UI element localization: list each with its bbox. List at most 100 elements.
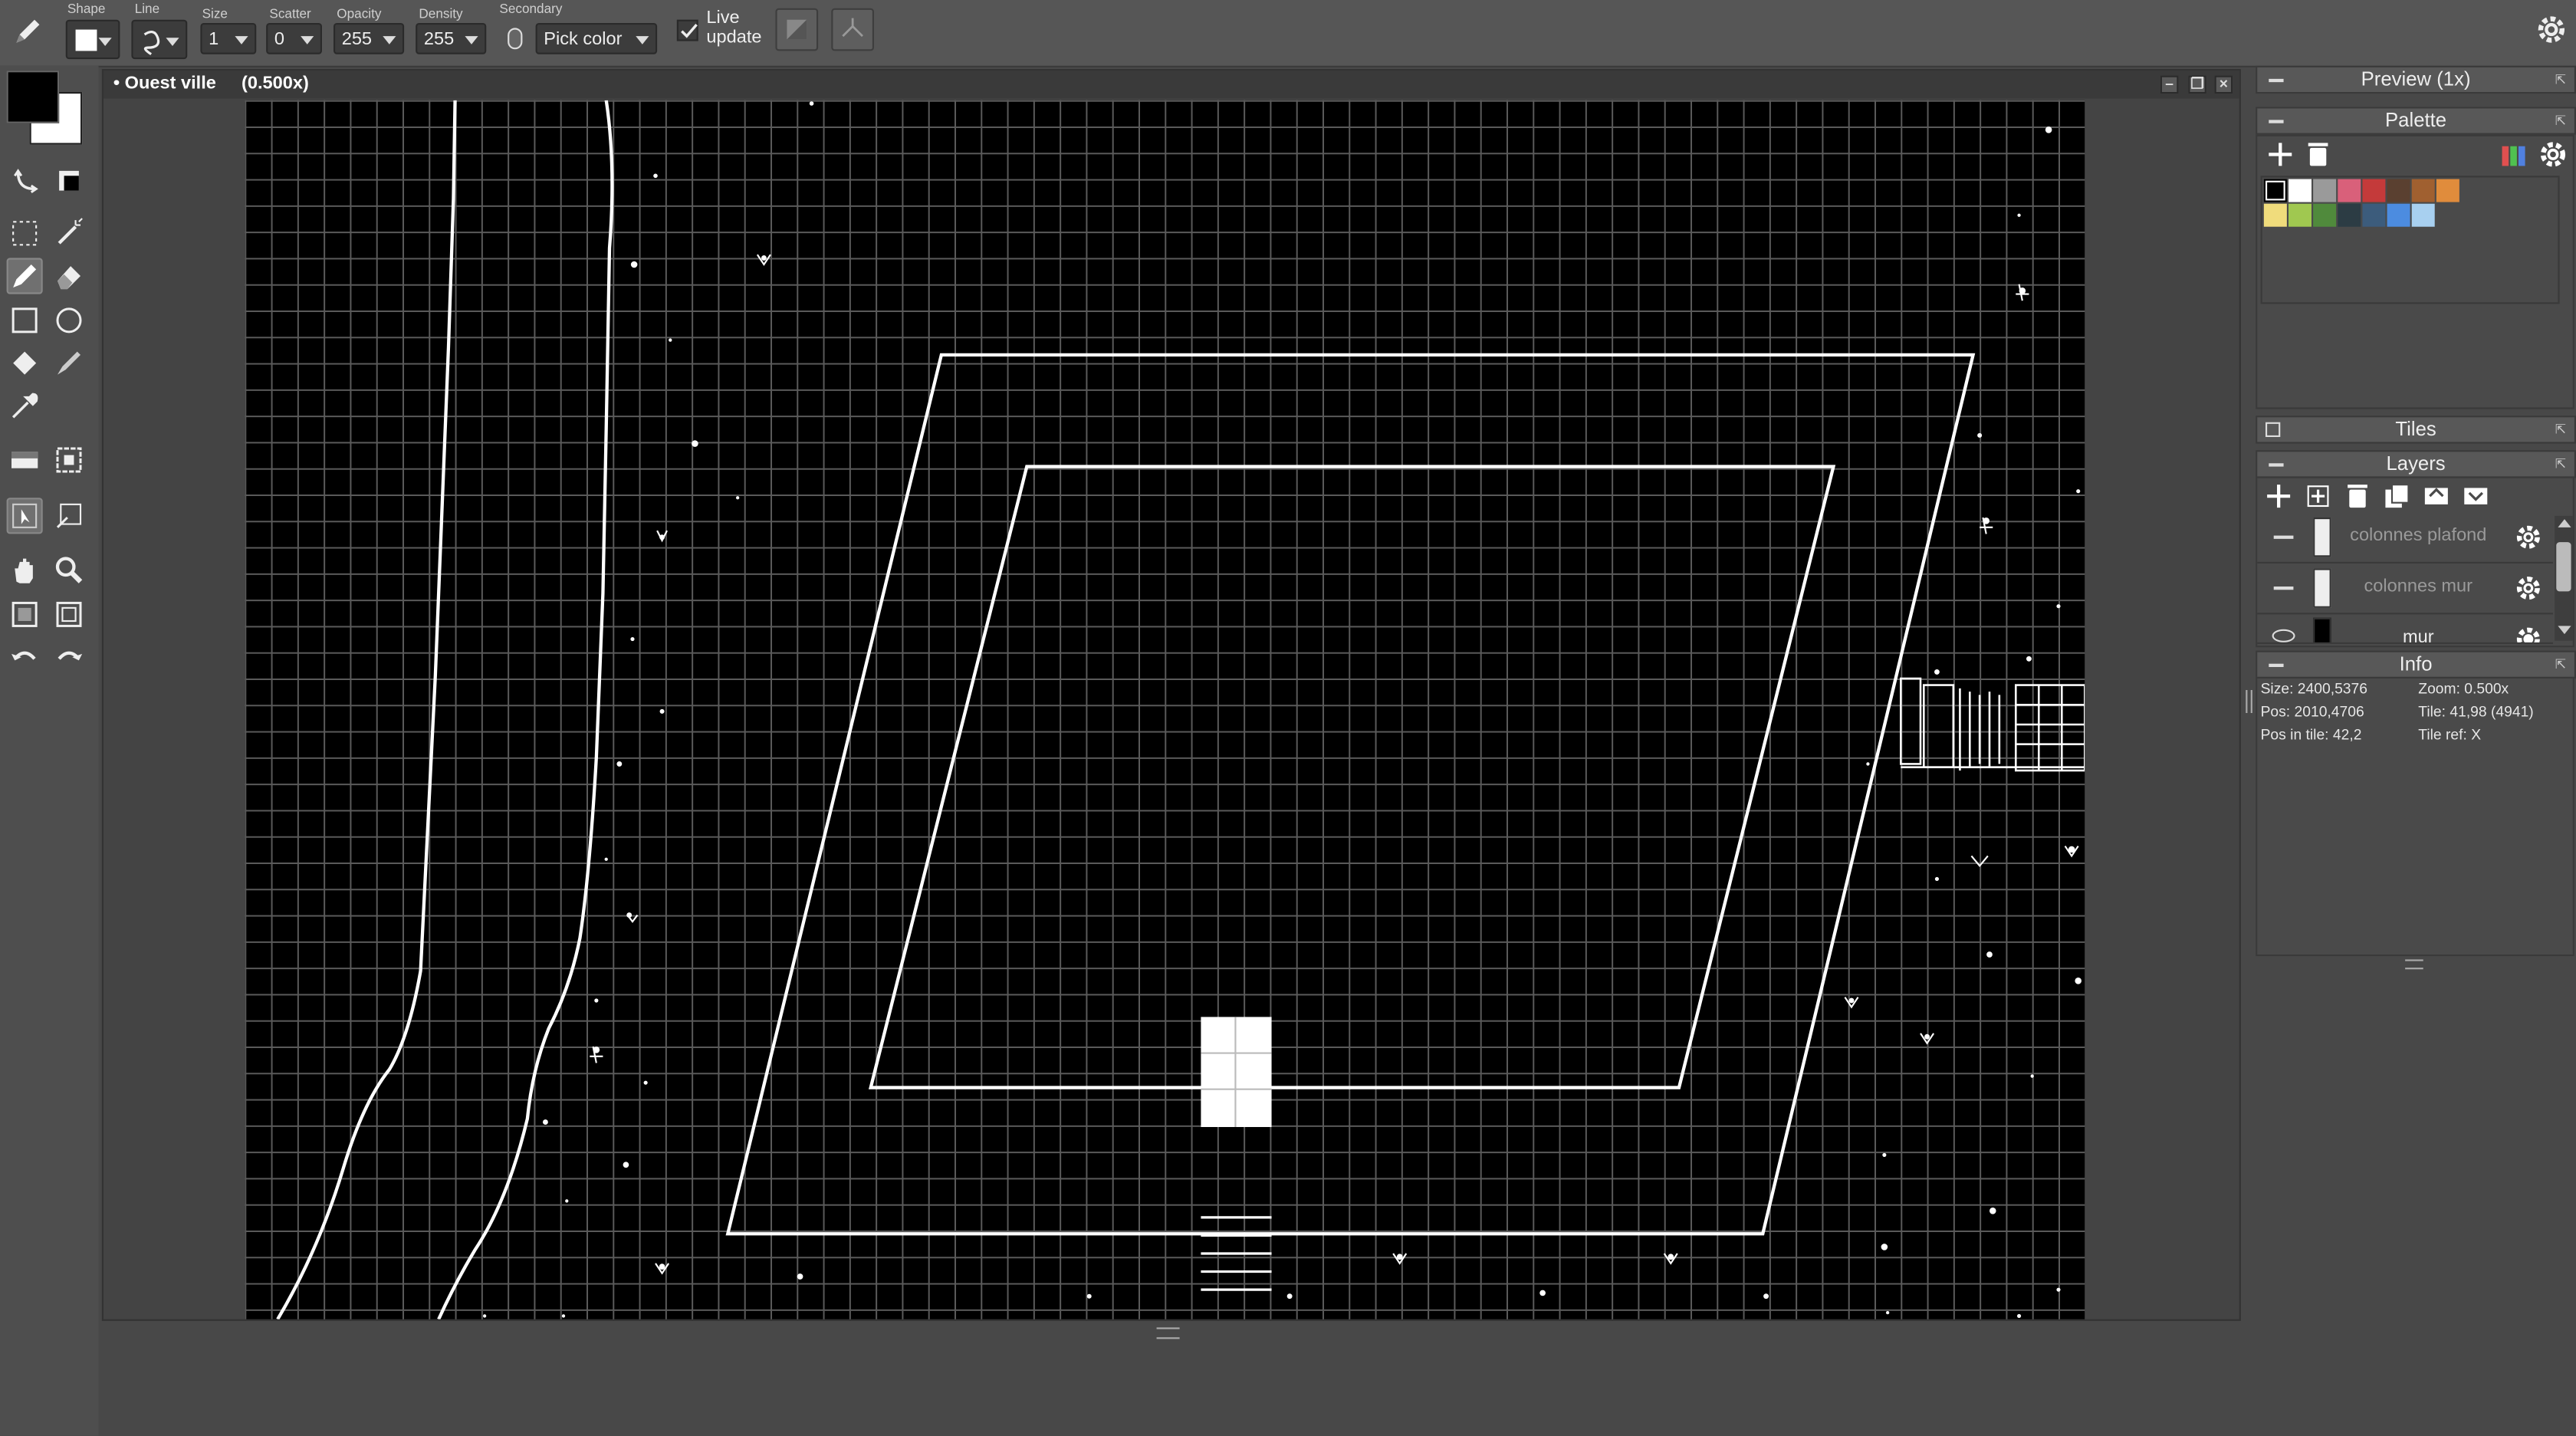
- ellipse-tool-icon[interactable]: [51, 302, 87, 338]
- splitter-handle[interactable]: [2246, 690, 2252, 713]
- duplicate-layer-icon[interactable]: [2380, 480, 2413, 513]
- info-size: Size: 2400,5376: [2260, 680, 2367, 697]
- minimize-icon[interactable]: –: [2160, 75, 2179, 94]
- palette-color-swatch[interactable]: [2338, 203, 2361, 227]
- scroll-down-icon[interactable]: [2558, 626, 2571, 635]
- pencil-tool-icon[interactable]: [6, 258, 43, 294]
- secondary-action-select[interactable]: Pick color: [535, 23, 658, 54]
- palette-color-swatch[interactable]: [2362, 203, 2386, 227]
- add-color-icon[interactable]: [2264, 138, 2297, 171]
- palette-color-swatch[interactable]: [2263, 179, 2287, 202]
- palette-color-swatch[interactable]: [2411, 203, 2435, 227]
- undock-icon[interactable]: ⇱: [2555, 114, 2566, 128]
- scrollbar-thumb[interactable]: [2556, 542, 2571, 592]
- preview-panel-header[interactable]: Preview (1x) ⇱: [2256, 65, 2576, 94]
- layer-row[interactable]: colonnes plafond: [2257, 512, 2553, 564]
- undock-icon[interactable]: ⇱: [2555, 658, 2566, 672]
- opacity-select[interactable]: 255: [334, 23, 405, 54]
- layer-row[interactable]: colonnes mur: [2257, 564, 2553, 615]
- collapse-icon[interactable]: [2269, 78, 2284, 83]
- swap-colors-icon[interactable]: [8, 163, 44, 199]
- palette-color-swatch[interactable]: [2288, 179, 2312, 202]
- map-canvas[interactable]: [245, 100, 2085, 1319]
- palette-color-swatch[interactable]: [2362, 179, 2386, 202]
- visibility-toggle-icon[interactable]: [2273, 587, 2294, 590]
- magic-wand-icon[interactable]: [51, 215, 87, 251]
- layer-row[interactable]: mur: [2257, 614, 2553, 644]
- add-group-icon[interactable]: [2302, 480, 2334, 513]
- pencil-icon[interactable]: [10, 13, 46, 49]
- palette-color-swatch[interactable]: [2436, 179, 2459, 202]
- collapse-icon[interactable]: [2269, 463, 2284, 467]
- palette-color-swatch[interactable]: [2288, 203, 2312, 227]
- eyedropper-icon[interactable]: [7, 388, 43, 424]
- density-select[interactable]: 255: [416, 23, 487, 54]
- brush-icon[interactable]: [51, 345, 87, 381]
- transform-tool-icon[interactable]: [51, 498, 87, 534]
- document-window: • Ouest ville (0.500x) – ❐ ×: [101, 69, 2241, 1321]
- collapse-icon[interactable]: [2269, 120, 2284, 123]
- palette-color-swatch[interactable]: [2411, 179, 2435, 202]
- toolbox: [0, 65, 99, 1436]
- document-title-bar[interactable]: • Ouest ville (0.500x) – ❐ ×: [104, 71, 2239, 99]
- redo-icon[interactable]: [51, 641, 87, 677]
- palette-color-swatch[interactable]: [2387, 203, 2410, 227]
- delete-color-icon[interactable]: [2302, 138, 2334, 171]
- layer-settings-gear-icon[interactable]: [2514, 522, 2544, 552]
- zoom-icon[interactable]: [51, 552, 87, 588]
- rect-select-icon[interactable]: [7, 215, 43, 251]
- mirror-button[interactable]: [775, 8, 819, 51]
- close-icon[interactable]: ×: [2214, 75, 2233, 94]
- palette-color-swatch[interactable]: [2313, 179, 2337, 202]
- tiles-panel-header[interactable]: Tiles ⇱: [2256, 416, 2576, 444]
- rectangle-tool-icon[interactable]: [7, 302, 43, 338]
- scroll-up-icon[interactable]: [2558, 519, 2571, 527]
- horizontal-resize-handle[interactable]: [1156, 1327, 1180, 1339]
- settings-gear-icon[interactable]: [2533, 12, 2569, 48]
- delete-layer-icon[interactable]: [2341, 480, 2374, 513]
- palette-color-swatch[interactable]: [2313, 203, 2337, 227]
- palette-settings-gear-icon[interactable]: [2537, 138, 2570, 171]
- tile-mode-button[interactable]: [831, 8, 874, 51]
- reset-colors-icon[interactable]: [51, 163, 87, 199]
- frame-toggle-icon[interactable]: [51, 596, 87, 633]
- palette-color-swatch[interactable]: [2263, 203, 2287, 227]
- layer-settings-gear-icon[interactable]: [2514, 573, 2544, 603]
- line-dropdown[interactable]: [131, 19, 188, 60]
- size-select[interactable]: 1: [200, 23, 257, 54]
- layers-panel-title: Layers: [2386, 452, 2446, 475]
- primary-color-swatch[interactable]: [6, 71, 60, 123]
- move-layer-down-icon[interactable]: [2459, 480, 2492, 513]
- undock-icon[interactable]: ⇱: [2555, 423, 2566, 437]
- grid-toggle-icon[interactable]: [7, 596, 43, 633]
- pointer-tool-icon[interactable]: [6, 498, 43, 534]
- add-layer-icon[interactable]: [2262, 480, 2295, 513]
- panel-resize-handle[interactable]: [2405, 959, 2423, 970]
- eraser-icon[interactable]: [51, 258, 87, 294]
- eye-icon[interactable]: [2272, 629, 2295, 642]
- hand-pan-icon[interactable]: [7, 552, 43, 588]
- restore-icon[interactable]: ❐: [2188, 75, 2206, 94]
- visibility-toggle-icon[interactable]: [2273, 535, 2294, 539]
- stamp-tool-icon[interactable]: [51, 442, 87, 478]
- layer-settings-gear-icon[interactable]: [2514, 624, 2544, 642]
- layers-scrollbar[interactable]: [2555, 515, 2573, 641]
- palette-color-swatch[interactable]: [2387, 179, 2410, 202]
- palette-panel-header[interactable]: Palette ⇱: [2256, 107, 2576, 135]
- undo-icon[interactable]: [7, 641, 43, 677]
- undock-icon[interactable]: ⇱: [2555, 458, 2566, 472]
- fill-bucket-icon[interactable]: [7, 345, 43, 381]
- scatter-select[interactable]: 0: [266, 23, 322, 54]
- shape-dropdown[interactable]: [65, 19, 120, 60]
- layer-thumbnail: [2313, 617, 2331, 642]
- palette-color-swatch[interactable]: [2338, 179, 2361, 202]
- live-update-checkbox[interactable]: [676, 19, 698, 41]
- collapse-icon[interactable]: [2269, 663, 2284, 667]
- move-layer-up-icon[interactable]: [2420, 480, 2453, 513]
- gradient-tool-icon[interactable]: [7, 442, 43, 478]
- checkbox-icon[interactable]: [2266, 422, 2281, 437]
- undock-icon[interactable]: ⇱: [2555, 73, 2566, 87]
- palette-swatches-icon[interactable]: [2497, 140, 2530, 173]
- layers-panel-header[interactable]: Layers ⇱: [2256, 450, 2576, 478]
- info-panel-header[interactable]: Info ⇱: [2256, 650, 2576, 679]
